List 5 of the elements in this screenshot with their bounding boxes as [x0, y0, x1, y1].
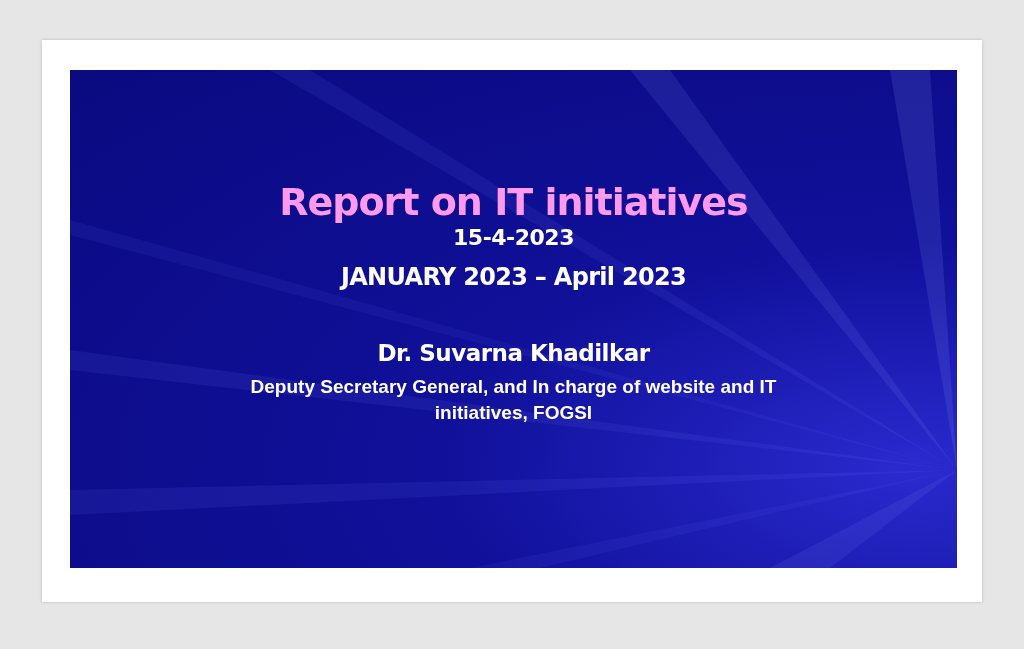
date-text: 15-4-2023	[453, 224, 574, 252]
presenter-name: Dr. Suvarna Khadilkar	[377, 339, 650, 368]
presenter-role: Deputy Secretary General, and In charge of website and IT initiatives, FOGSI	[249, 375, 778, 425]
slide-title: Report on IT initiatives	[279, 180, 748, 224]
period-text: JANUARY 2023 – April 2023	[341, 262, 686, 292]
